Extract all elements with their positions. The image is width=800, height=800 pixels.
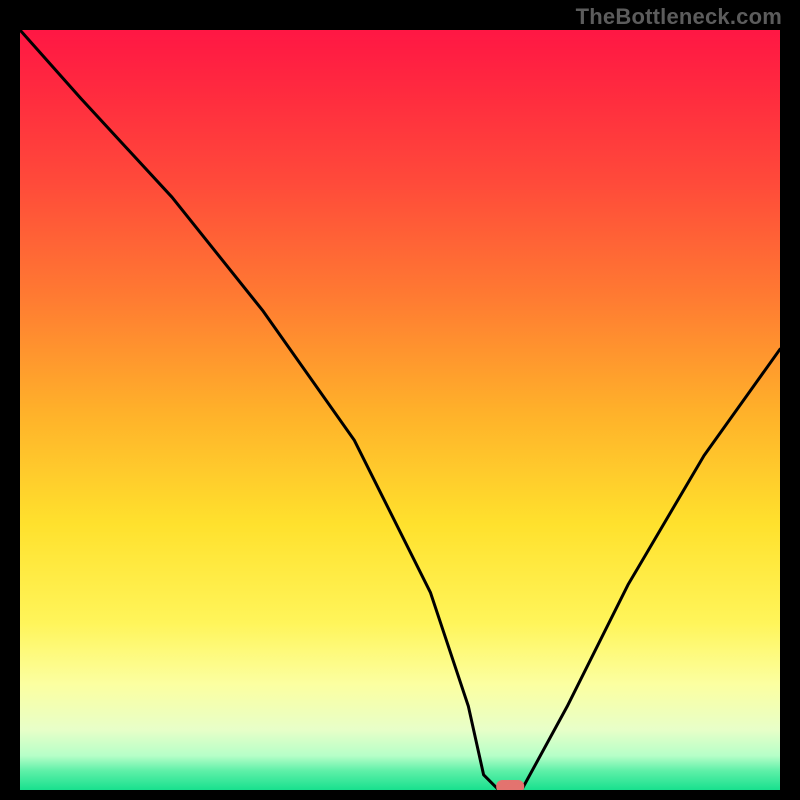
- chart-svg: [20, 30, 780, 790]
- chart-frame: TheBottleneck.com: [0, 0, 800, 800]
- bottleneck-chart: [20, 30, 780, 790]
- watermark-label: TheBottleneck.com: [576, 4, 782, 30]
- gradient-background: [20, 30, 780, 790]
- optimal-point-marker: [496, 780, 524, 790]
